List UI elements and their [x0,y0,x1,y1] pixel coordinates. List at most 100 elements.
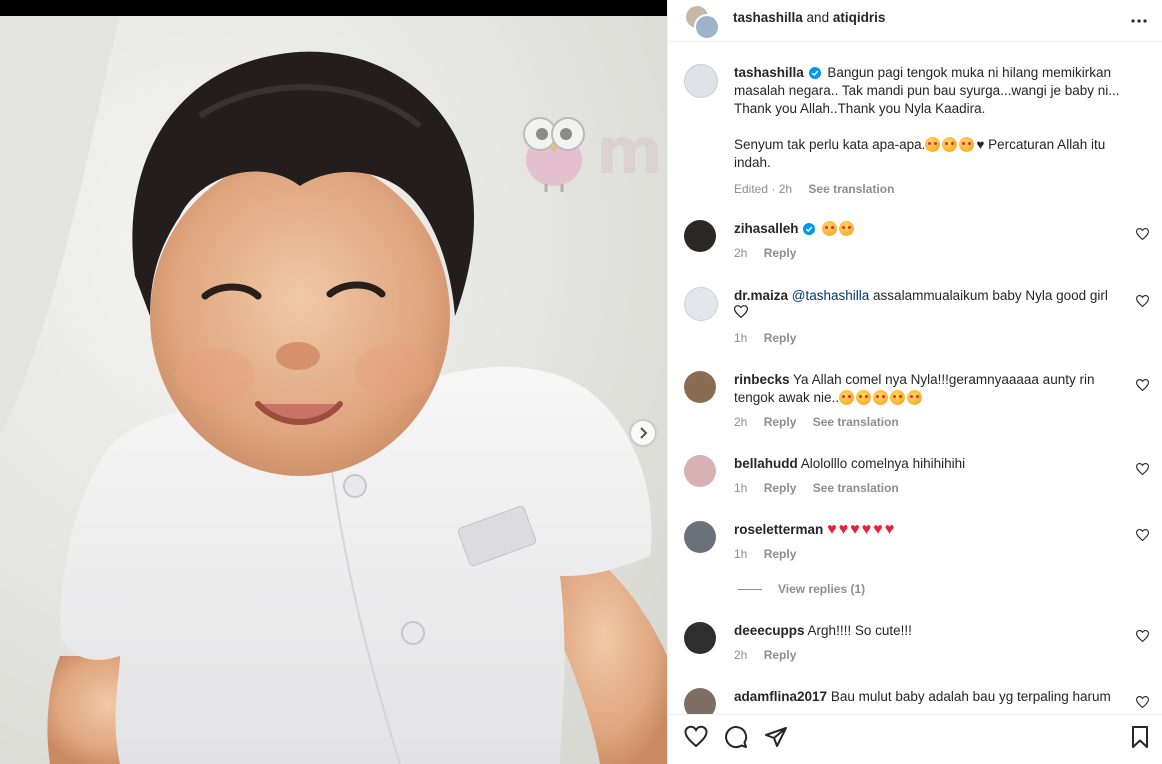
view-replies-label: View replies (1) [778,582,866,596]
comment-time: 2h [734,246,748,260]
comment-time: 2h [734,415,748,429]
emoji-icon [839,221,855,236]
emoji-icon [822,221,838,236]
emoji-icon [839,390,855,405]
like-comment-heart-icon[interactable] [1136,228,1149,240]
like-comment-heart-icon[interactable] [1136,295,1149,307]
comment-body: Argh!!!! So cute!!! [807,623,912,638]
and-text: and [806,10,830,25]
caption-avatar[interactable] [684,64,718,98]
commenter-avatar[interactable] [684,622,716,654]
more-options-icon[interactable] [1130,12,1148,30]
comment-time: 2h [734,648,748,662]
comment-text: bellahudd Alololllo comelnya hihihihihi [734,455,1129,473]
see-translation-link[interactable]: See translation [808,182,894,196]
emoji-icon [942,137,958,152]
reply-button[interactable]: Reply [764,331,797,345]
verified-badge-icon [803,223,816,235]
comment-time: 1h [734,481,748,495]
like-comment-heart-icon[interactable] [1136,630,1149,642]
comment-username[interactable]: zihasalleh [734,221,799,236]
post-authors: tashashilla and atiqidris [733,10,885,25]
like-comment-heart-icon[interactable] [1136,529,1149,541]
comment-text: dr.maiza @tashashilla assalammualaikum b… [733,287,1129,323]
comment-meta: 1h Reply See translation [734,481,912,495]
reply-button[interactable]: Reply [764,415,797,429]
comment-meta: 2h Reply [734,648,809,662]
watermark: musai [518,112,667,192]
verified-badge-icon [808,67,821,79]
emoji-icon [907,390,923,405]
coauthor-avatars[interactable] [684,4,720,40]
commenter-avatar[interactable] [684,688,716,714]
emoji-icon [856,390,872,405]
comment-text: adamflina2017 Bau mulut baby adalah bau … [734,688,1129,706]
reply-button[interactable]: Reply [764,547,797,561]
comment-username[interactable]: deeecupps [734,623,805,638]
see-translation-link[interactable]: See translation [813,415,899,429]
comment-text: rinbecks Ya Allah comel nya Nyla!!!geram… [734,371,1129,407]
like-heart-icon[interactable] [684,725,708,749]
comment-body: assalammualaikum baby Nyla good girl [869,288,1108,303]
comment-meta: 1h Reply [734,547,809,561]
emoji-icon [890,390,906,405]
owl-logo-icon [523,117,585,192]
comment-username[interactable]: adamflina2017 [734,689,827,704]
author-username[interactable]: tashashilla [733,10,803,25]
commenter-avatar[interactable] [684,287,718,321]
save-bookmark-icon[interactable] [1130,725,1150,749]
comment-text: zihasalleh [734,220,1129,238]
photo-top-bar [0,0,667,16]
like-comment-heart-icon[interactable] [1136,379,1149,391]
reply-button[interactable]: Reply [764,246,797,260]
comment-body: Alololllo comelnya hihihihihi [800,456,966,471]
post-actions-bar [668,714,1162,764]
caption-text: tashashilla Bangun pagi tengok muka ni h… [734,64,1129,172]
red-heart-emoji-icon: ♥ [873,521,883,538]
comment-text: roseletterman ♥ ♥ ♥ ♥ ♥ ♥ [734,521,1129,539]
comment-username[interactable]: bellahudd [734,456,798,471]
post-photo: musai [0,0,667,764]
red-heart-emoji-icon: ♥ [827,521,837,538]
chevron-right-icon [640,427,648,439]
comment-username[interactable]: roseletterman [734,522,823,537]
like-comment-heart-icon[interactable] [1136,463,1149,475]
emoji-icon [925,137,941,152]
watermark-text: musai [596,115,667,189]
comment-text: deeecupps Argh!!!! So cute!!! [734,622,1129,640]
caption-edited-time: Edited · 2h [734,182,793,196]
caption-username[interactable]: tashashilla [734,65,804,80]
replies-divider [738,588,762,590]
commenter-avatar[interactable] [684,455,716,487]
share-paper-plane-icon[interactable] [764,725,788,749]
comment-meta: 1h Reply [734,331,809,345]
coauthor-username[interactable]: atiqidris [833,10,886,25]
view-replies-button[interactable]: View replies (1) [738,582,865,596]
mention-link[interactable]: @tashashilla [792,288,870,303]
reply-button[interactable]: Reply [764,648,797,662]
emoji-icon [959,137,975,152]
comment-meta: 2h Reply [734,246,809,260]
see-translation-link[interactable]: See translation [813,481,899,495]
reply-button[interactable]: Reply [764,481,797,495]
comments-list[interactable]: tashashilla Bangun pagi tengok muka ni h… [668,42,1162,714]
red-heart-emoji-icon: ♥ [850,521,860,538]
commenter-avatar[interactable] [684,220,716,252]
post-side-panel: tashashilla and atiqidris tashashilla Ba… [667,0,1162,764]
comment-username[interactable]: dr.maiza [734,288,788,303]
red-heart-emoji-icon: ♥ [884,521,895,538]
like-comment-heart-icon[interactable] [1136,696,1149,708]
heart-emoji-icon [733,305,749,319]
coauthor-avatar[interactable] [694,14,720,40]
comment-meta: 2h Reply See translation [734,415,912,429]
red-heart-emoji-icon: ♥ [838,521,849,538]
comment-bubble-icon[interactable] [724,725,748,749]
commenter-avatar[interactable] [684,371,716,403]
commenter-avatar[interactable] [684,521,716,553]
next-photo-button[interactable] [631,421,655,445]
post-header: tashashilla and atiqidris [668,0,1162,42]
comment-time: 1h [734,331,748,345]
comment-username[interactable]: rinbecks [734,372,790,387]
caption-line-2: Senyum tak perlu kata apa-apa. [734,137,926,152]
comment-time: 1h [734,547,748,561]
